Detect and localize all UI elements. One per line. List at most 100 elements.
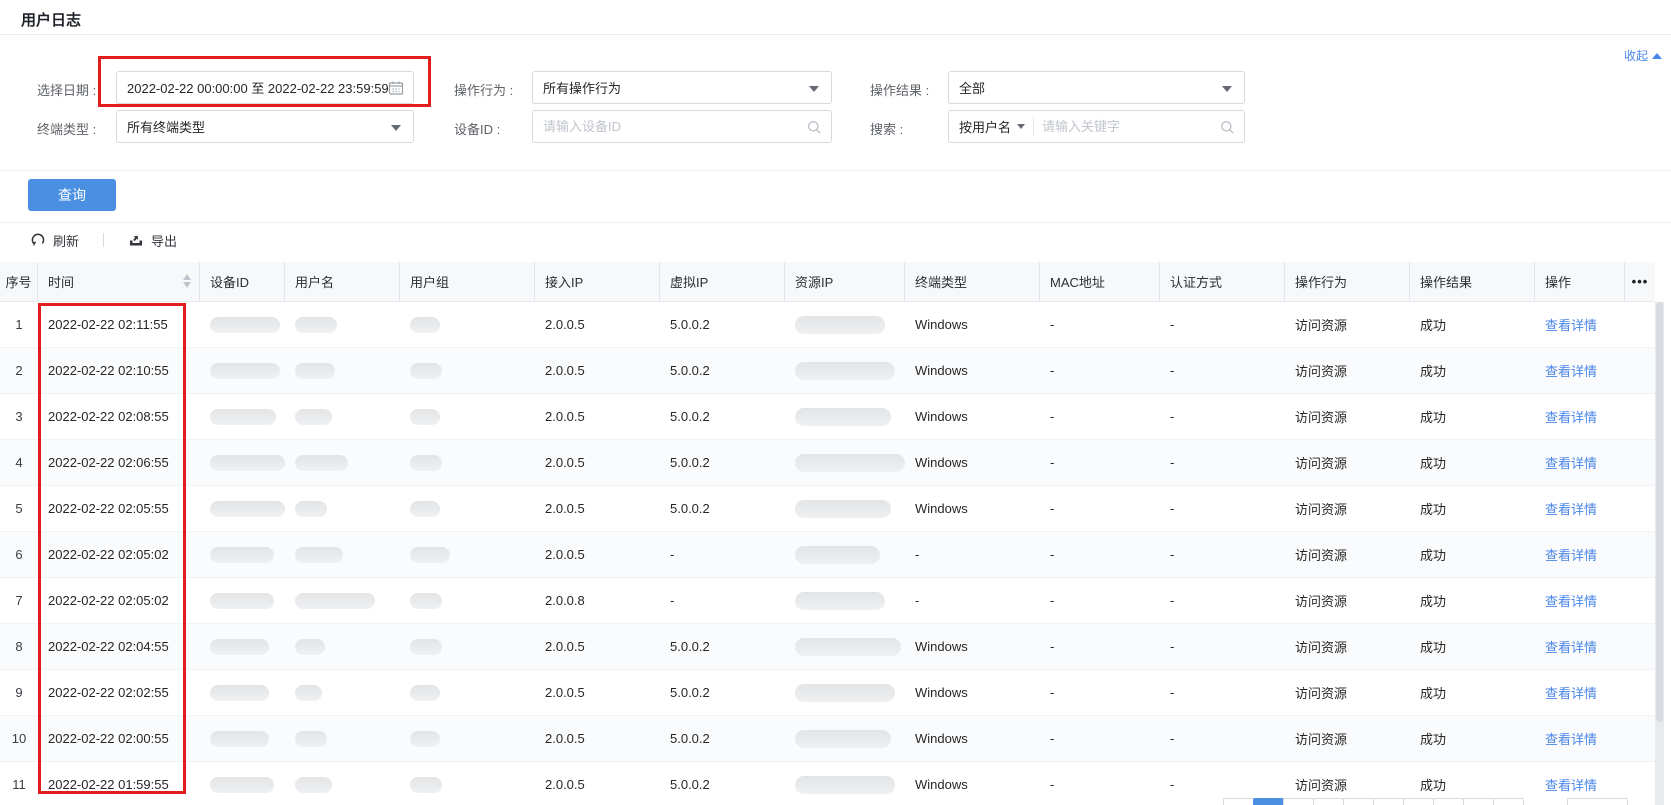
result-filter-select[interactable]: 全部 — [948, 71, 1245, 104]
table-row: 7 2022-02-22 02:05:02 2.0.0.8 - - - - 访问资源 成功 查看详… — [0, 578, 1655, 624]
view-details-link[interactable]: 查看详情 — [1545, 637, 1597, 656]
search-keyword-input[interactable] — [1034, 111, 1244, 142]
terminal-filter-select[interactable]: 所有终端类型 — [116, 110, 414, 143]
view-details-link[interactable]: 查看详情 — [1545, 775, 1597, 794]
column-header-label: 终端类型 — [915, 275, 968, 290]
cell-action: 查看详情 — [1535, 394, 1625, 439]
view-details-link[interactable]: 查看详情 — [1545, 361, 1597, 380]
terminal-filter-label: 终端类型 : — [37, 122, 97, 137]
cell-terminal: Windows — [915, 409, 968, 424]
cell-device — [200, 348, 285, 393]
table-row: 1 2022-02-22 02:11:55 2.0.0.5 5.0.0.2 Window… — [0, 302, 1655, 348]
pagination — [0, 798, 1671, 805]
user-log-page: 用户日志 收起 选择日期 : 2022-02-22 00:00:00 至 202… — [0, 0, 1671, 805]
redacted-group-value — [410, 454, 442, 471]
pagination-page-button[interactable] — [1373, 798, 1404, 805]
cell-group — [400, 624, 535, 669]
action-filter-select[interactable]: 所有操作行为 — [532, 71, 832, 104]
pagination-page-button[interactable] — [1403, 798, 1434, 805]
cell-device — [200, 302, 285, 347]
vertical-scrollbar[interactable] — [1655, 302, 1664, 805]
device-id-input[interactable] — [533, 111, 831, 142]
view-details-link[interactable]: 查看详情 — [1545, 545, 1597, 564]
cell-time: 2022-02-22 02:08:55 — [48, 409, 169, 424]
refresh-button[interactable]: 刷新 — [30, 231, 79, 250]
chevron-down-icon — [391, 125, 401, 131]
column-header-label: 用户组 — [410, 275, 450, 290]
table-toolbar: 刷新 导出 — [0, 223, 1671, 257]
redacted-resource-value — [795, 775, 895, 794]
view-details-link[interactable]: 查看详情 — [1545, 315, 1597, 334]
cell-group — [400, 578, 535, 623]
redacted-device-value — [210, 684, 269, 701]
view-details-link[interactable]: 查看详情 — [1545, 729, 1597, 748]
redacted-device-value — [210, 500, 285, 517]
column-header-action: 操作 — [1535, 262, 1625, 301]
redacted-resource-value — [795, 453, 905, 472]
cell-user — [285, 670, 400, 715]
date-range-input[interactable]: 2022-02-22 00:00:00 至 2022-02-22 23:59:5… — [116, 71, 414, 104]
pagination-page-button[interactable] — [1283, 798, 1314, 805]
search-field: 按用户名 — [948, 110, 1245, 143]
column-header-auth: 认证方式 — [1160, 262, 1285, 301]
cell-behavior: 访问资源 — [1295, 456, 1348, 471]
pagination-page-button[interactable] — [1433, 798, 1464, 805]
view-details-link[interactable]: 查看详情 — [1545, 407, 1597, 426]
cell-virtual_ip: - — [670, 593, 675, 608]
column-header-label: 用户名 — [295, 275, 335, 290]
table-body: 1 2022-02-22 02:11:55 2.0.0.5 5.0.0.2 Window… — [0, 302, 1655, 805]
more-columns-button[interactable]: ••• — [1625, 262, 1655, 301]
redacted-group-value — [410, 546, 450, 563]
column-header-access_ip: 接入IP — [535, 262, 660, 301]
cell-behavior: 访问资源 — [1295, 640, 1348, 655]
column-header-result: 操作结果 — [1410, 262, 1535, 301]
cell-no: 10 — [11, 731, 27, 746]
table-header: 序号 时间 设备ID 用户名 用户组 接入IP 虚拟IP 资源IP 终端类型 MAC地址 认证方式 操… — [0, 262, 1655, 302]
cell-spacer — [1625, 440, 1655, 485]
search-icon[interactable] — [1220, 120, 1235, 138]
pagination-page-button[interactable] — [1343, 798, 1374, 805]
cell-spacer — [1625, 486, 1655, 531]
export-button[interactable]: 导出 — [128, 231, 177, 250]
query-button[interactable]: 查询 — [28, 179, 116, 211]
collapse-filters-link[interactable]: 收起 — [1624, 47, 1662, 64]
cell-user — [285, 440, 400, 485]
export-label: 导出 — [151, 233, 178, 249]
view-details-link[interactable]: 查看详情 — [1545, 499, 1597, 518]
column-header-label: 认证方式 — [1170, 275, 1223, 290]
pagination-page-button[interactable] — [1463, 798, 1494, 805]
view-details-link[interactable]: 查看详情 — [1545, 591, 1597, 610]
pagination-page-current[interactable] — [1253, 798, 1284, 805]
calendar-icon[interactable] — [388, 80, 404, 99]
cell-virtual_ip: - — [670, 547, 675, 562]
cell-device — [200, 578, 285, 623]
table-row: 8 2022-02-22 02:04:55 2.0.0.5 5.0.0.2 Window… — [0, 624, 1655, 670]
pagination-page-button[interactable] — [1493, 798, 1524, 805]
chevron-down-icon — [809, 86, 819, 92]
cell-group — [400, 532, 535, 577]
pagination-next-group-button[interactable] — [1567, 798, 1628, 805]
chevron-down-icon — [1222, 86, 1232, 92]
cell-auth: - — [1170, 593, 1175, 608]
table-row: 6 2022-02-22 02:05:02 2.0.0.5 - - - - 访问资源 成功 查看详… — [0, 532, 1655, 578]
pagination-page-button[interactable] — [1313, 798, 1344, 805]
cell-auth: - — [1170, 501, 1175, 516]
search-icon[interactable] — [807, 120, 822, 138]
cell-no: 4 — [15, 455, 23, 470]
cell-action: 查看详情 — [1535, 716, 1625, 761]
redacted-user-value — [295, 454, 348, 471]
cell-group — [400, 440, 535, 485]
cell-spacer — [1625, 624, 1655, 669]
cell-mac: - — [1050, 731, 1055, 746]
table-row: 10 2022-02-22 02:00:55 2.0.0.5 5.0.0.2 Windo… — [0, 716, 1655, 762]
view-details-link[interactable]: 查看详情 — [1545, 453, 1597, 472]
sort-time-icon[interactable] — [183, 274, 191, 288]
view-details-link[interactable]: 查看详情 — [1545, 683, 1597, 702]
column-header-label: 操作结果 — [1420, 275, 1473, 290]
column-header-resource: 资源IP — [785, 262, 905, 301]
pagination-prev-button[interactable] — [1223, 798, 1254, 805]
search-mode-select[interactable]: 按用户名 — [949, 117, 1026, 136]
scrollbar-thumb[interactable] — [1656, 302, 1663, 722]
result-filter-value: 全部 — [959, 81, 986, 96]
column-header-label: 虚拟IP — [670, 275, 709, 290]
